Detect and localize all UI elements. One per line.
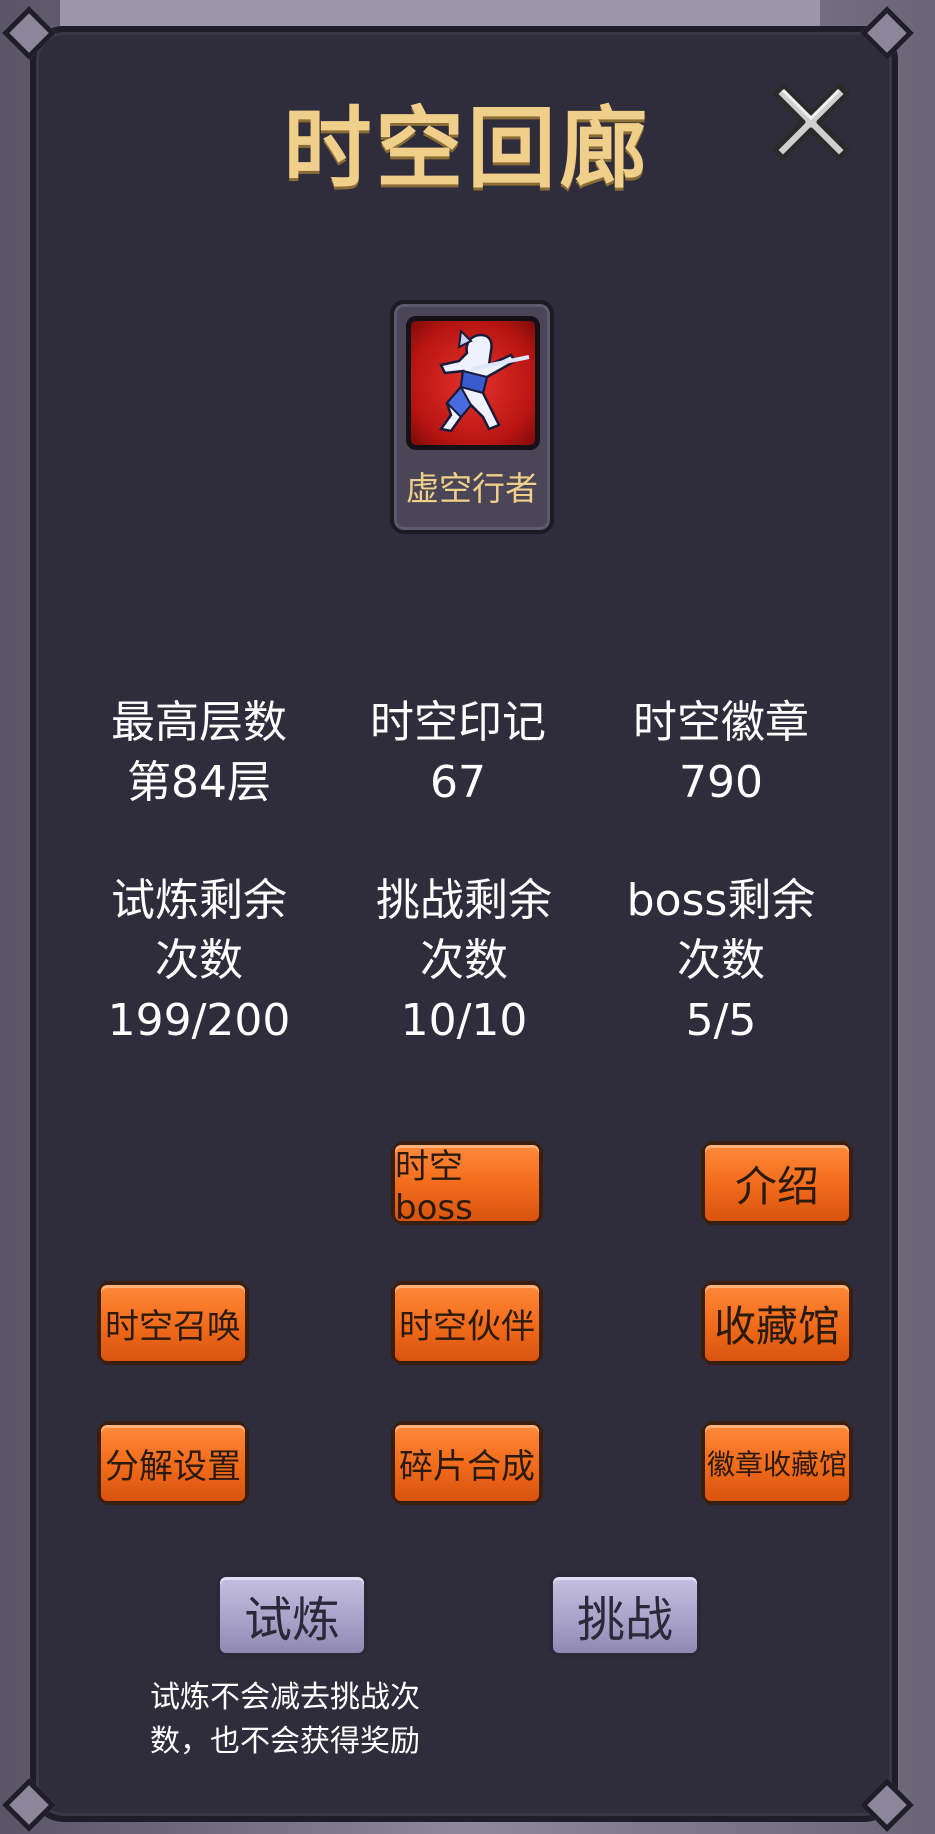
collection-button[interactable]: 收藏馆 bbox=[701, 1281, 853, 1365]
stat-trial-left: 试炼剩余 次数 199/200 bbox=[59, 871, 339, 1051]
stat-value: 790 bbox=[679, 757, 763, 808]
badge-collection-button[interactable]: 徽章收藏馆 bbox=[701, 1421, 853, 1505]
stat-label: 最高层数 bbox=[111, 697, 287, 748]
time-boss-button[interactable]: 时空boss bbox=[391, 1141, 543, 1225]
stat-label: boss剩余 bbox=[626, 875, 816, 926]
time-partner-button[interactable]: 时空伙伴 bbox=[391, 1281, 543, 1365]
stat-label: 时空徽章 bbox=[633, 697, 809, 748]
decompose-settings-button[interactable]: 分解设置 bbox=[97, 1421, 249, 1505]
stat-label: 次数 bbox=[420, 935, 508, 986]
stat-value: 第84层 bbox=[127, 757, 271, 808]
close-x-icon bbox=[772, 83, 850, 161]
stat-value: 5/5 bbox=[685, 995, 757, 1046]
stat-label: 试炼剩余 bbox=[111, 875, 287, 926]
hero-portrait bbox=[406, 316, 540, 450]
hero-card[interactable]: 虚空行者 bbox=[390, 300, 554, 534]
hero-name: 虚空行者 bbox=[406, 469, 538, 508]
stat-label: 挑战剩余 bbox=[376, 875, 552, 926]
stat-value: 67 bbox=[430, 757, 486, 808]
stat-value: 10/10 bbox=[400, 995, 528, 1046]
stat-max-floor: 最高层数 第84层 bbox=[59, 693, 339, 813]
void-walker-portrait-icon bbox=[438, 328, 530, 433]
stat-label: 时空印记 bbox=[370, 697, 546, 748]
trial-button[interactable]: 试炼 bbox=[216, 1573, 368, 1657]
stat-badge: 时空徽章 790 bbox=[581, 693, 861, 813]
stat-label: 次数 bbox=[677, 935, 765, 986]
challenge-button[interactable]: 挑战 bbox=[549, 1573, 701, 1657]
intro-button[interactable]: 介绍 bbox=[701, 1141, 853, 1225]
stat-value: 199/200 bbox=[107, 995, 291, 1046]
close-button[interactable] bbox=[765, 76, 857, 168]
trial-note: 试炼不会减去挑战次数，也不会获得奖励 bbox=[150, 1680, 420, 1759]
stat-label: 次数 bbox=[155, 935, 243, 986]
stat-boss-left: boss剩余 次数 5/5 bbox=[581, 871, 861, 1051]
fragment-synthesis-button[interactable]: 碎片合成 bbox=[391, 1421, 543, 1505]
time-summon-button[interactable]: 时空召唤 bbox=[97, 1281, 249, 1365]
stat-seal: 时空印记 67 bbox=[318, 693, 598, 813]
stat-challenge-left: 挑战剩余 次数 10/10 bbox=[324, 871, 604, 1051]
